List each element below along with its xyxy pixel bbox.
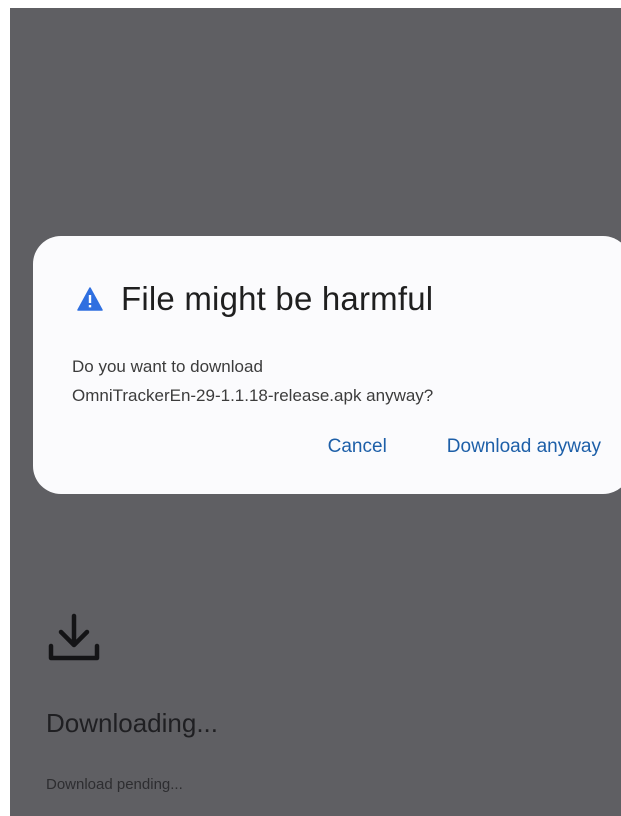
dialog-message-line: Do you want to download [72,357,263,376]
dialog-message-filename-line: OmniTrackerEn-29-1.1.18-release.apk anyw… [72,386,434,405]
dialog-title: File might be harmful [121,280,434,317]
harmful-file-dialog: File might be harmful Do you want to dow… [33,236,621,494]
dialog-message: Do you want to download OmniTrackerEn-29… [72,352,612,410]
dialog-header: File might be harmful [77,276,433,322]
warning-triangle-icon [77,287,103,311]
cancel-button[interactable]: Cancel [328,436,387,458]
dialog-actions: Cancel Download anyway [328,432,601,462]
download-status: Download pending... [46,776,183,793]
download-title: Downloading... [46,708,218,738]
download-anyway-button[interactable]: Download anyway [447,436,601,458]
download-icon [48,613,100,661]
screen: File might be harmful Do you want to dow… [10,8,621,816]
